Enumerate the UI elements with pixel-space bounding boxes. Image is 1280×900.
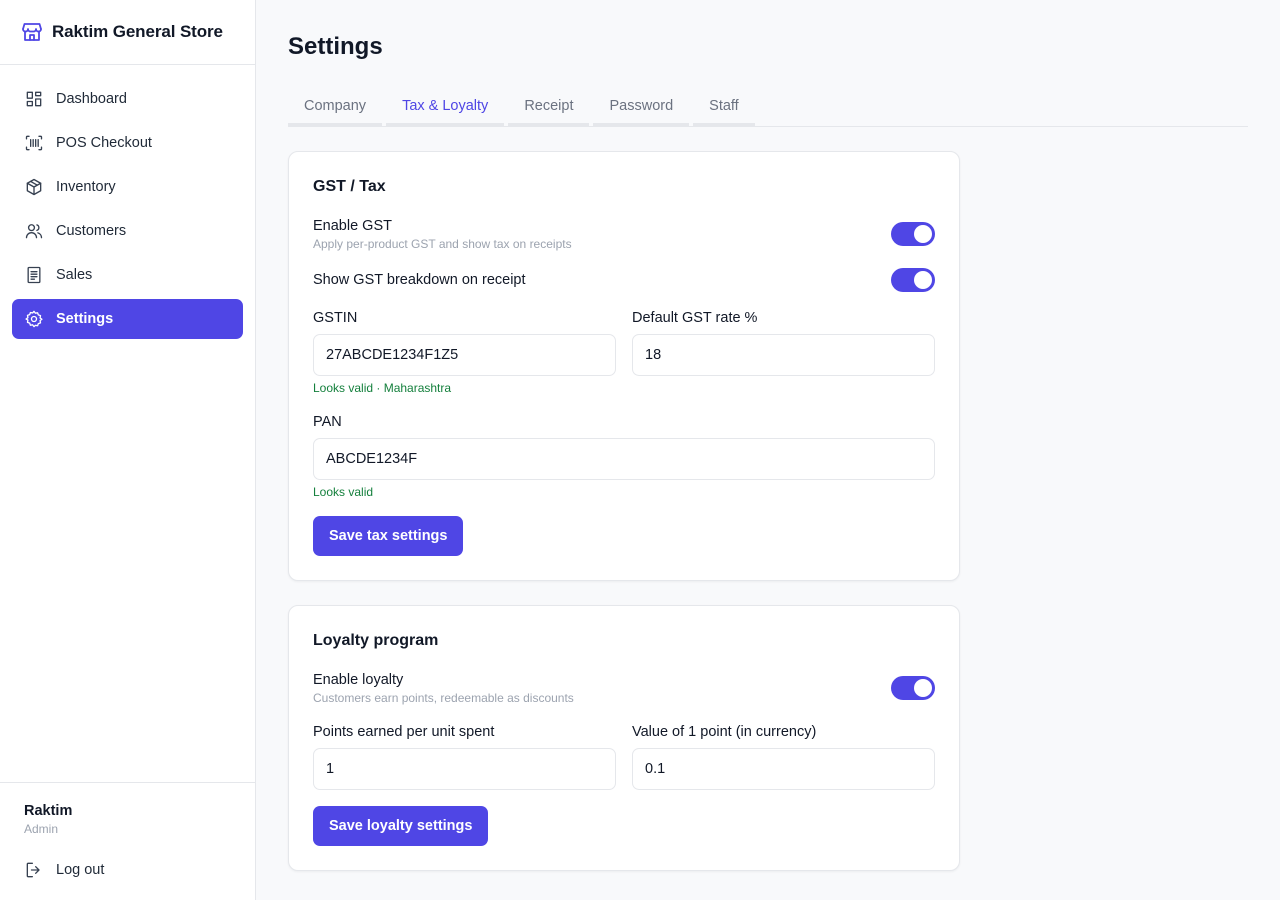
save-tax-settings-button[interactable]: Save tax settings <box>313 516 464 556</box>
pan-input[interactable] <box>313 438 935 480</box>
sidebar-item-inventory[interactable]: Inventory <box>12 167 243 207</box>
gst-rate-label: Default GST rate % <box>632 310 758 326</box>
gst-card-title: GST / Tax <box>313 178 386 195</box>
gstin-validation: Looks valid · Maharashtra <box>313 381 452 395</box>
sidebar-item-settings[interactable]: Settings <box>12 299 243 339</box>
gst-breakdown-label: Show GST breakdown on receipt <box>313 272 526 288</box>
enable-gst-help: Apply per-product GST and show tax on re… <box>313 237 572 251</box>
enable-gst-toggle[interactable] <box>891 222 935 246</box>
sidebar-item-label: Inventory <box>56 179 116 195</box>
sidebar-item-customers[interactable]: Customers <box>12 211 243 251</box>
logout-label: Log out <box>56 862 105 878</box>
tab-receipt[interactable]: Receipt <box>508 88 590 126</box>
gst-breakdown-toggle[interactable] <box>891 268 935 292</box>
sidebar-item-dashboard[interactable]: Dashboard <box>12 79 243 119</box>
sidebar-footer: Raktim Admin Log out <box>0 782 255 900</box>
sidebar-item-label: Dashboard <box>56 91 127 107</box>
enable-loyalty-label: Enable loyalty <box>313 672 404 688</box>
gst-card: GST / Tax Enable GST Apply per-product G… <box>288 151 960 581</box>
users-icon <box>25 224 43 239</box>
brand-name: Raktim General Store <box>52 22 223 41</box>
store-icon <box>22 23 42 41</box>
logout-icon <box>26 862 40 878</box>
tab-staff[interactable]: Staff <box>693 88 755 126</box>
sidebar-item-label: Settings <box>56 311 114 327</box>
points-per-unit-input[interactable] <box>313 748 616 790</box>
enable-gst-row: Enable GST Apply per-product GST and sho… <box>313 218 572 251</box>
enable-gst-label: Enable GST <box>313 218 392 234</box>
point-value-input[interactable] <box>632 748 935 790</box>
receipt-icon <box>27 266 41 284</box>
gstin-input[interactable] <box>313 334 616 376</box>
sidebar-item-label: Sales <box>56 267 93 283</box>
enable-loyalty-row: Enable loyalty Customers earn points, re… <box>313 672 574 705</box>
sidebar-item-sales[interactable]: Sales <box>12 255 243 295</box>
loyalty-card: Loyalty program Enable loyalty Customers… <box>288 605 960 871</box>
points-per-unit-label: Points earned per unit spent <box>313 724 495 740</box>
enable-loyalty-toggle[interactable] <box>891 676 935 700</box>
brand[interactable]: Raktim General Store <box>0 0 255 65</box>
dashboard-icon <box>26 91 42 107</box>
point-value-label: Value of 1 point (in currency) <box>632 724 817 740</box>
user-role: Admin <box>24 822 59 836</box>
sidebar: Raktim General Store Dashboard POS Check… <box>0 0 256 900</box>
loyalty-card-title: Loyalty program <box>313 632 439 649</box>
gst-rate-input[interactable] <box>632 334 935 376</box>
pan-validation: Looks valid <box>313 485 374 499</box>
tab-tax-loyalty[interactable]: Tax & Loyalty <box>386 88 505 126</box>
box-icon <box>26 178 42 196</box>
settings-tabs: Company Tax & Loyalty Receipt Password S… <box>288 88 1248 127</box>
enable-loyalty-help: Customers earn points, redeemable as dis… <box>313 691 574 705</box>
save-loyalty-settings-button[interactable]: Save loyalty settings <box>313 806 489 846</box>
sidebar-nav: Dashboard POS Checkout Inventory Custome… <box>0 65 255 339</box>
sidebar-item-pos-checkout[interactable]: POS Checkout <box>12 123 243 163</box>
logout-button[interactable]: Log out <box>24 860 231 880</box>
page-title: Settings <box>288 33 383 60</box>
pan-label: PAN <box>313 414 342 430</box>
tab-password[interactable]: Password <box>593 88 690 126</box>
gear-icon <box>25 310 43 328</box>
tab-company[interactable]: Company <box>288 88 383 126</box>
gstin-label: GSTIN <box>313 310 358 326</box>
sidebar-item-label: POS Checkout <box>56 135 152 151</box>
sidebar-item-label: Customers <box>56 223 127 239</box>
barcode-icon <box>25 135 43 151</box>
user-name: Raktim <box>24 803 73 819</box>
